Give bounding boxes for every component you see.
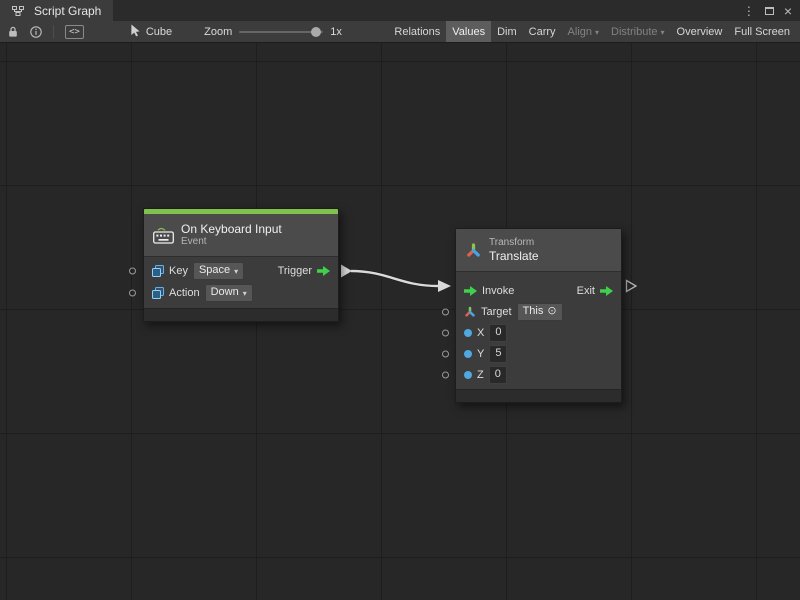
target-row: Target This ⊙ bbox=[456, 301, 621, 322]
value-port-dot bbox=[464, 371, 472, 379]
script-graph-icon bbox=[8, 0, 28, 21]
pointer-icon bbox=[130, 24, 141, 40]
distribute-button[interactable]: Distribute ▾ bbox=[605, 21, 670, 42]
exit-label: Exit bbox=[577, 285, 595, 297]
node-body: Invoke Exit bbox=[456, 272, 621, 389]
overview-button[interactable]: Overview bbox=[671, 21, 729, 42]
node-footer bbox=[144, 308, 338, 321]
key-dropdown[interactable]: Space ▾ bbox=[193, 262, 244, 280]
x-value-field[interactable]: 0 bbox=[489, 324, 507, 342]
value-port-dot bbox=[464, 350, 472, 358]
close-icon[interactable]: × bbox=[784, 4, 792, 18]
zoom-slider[interactable] bbox=[239, 31, 323, 33]
trigger-label: Trigger bbox=[278, 265, 312, 277]
graph-toolbar: <> Cube Zoom 1x Relations Values bbox=[0, 21, 800, 43]
exit-port-triangle bbox=[627, 281, 637, 292]
chevron-down-icon: ▾ bbox=[595, 29, 599, 37]
action-row: Action Down ▾ bbox=[144, 282, 338, 304]
node-titles: On Keyboard Input Event bbox=[181, 222, 282, 248]
wire-start-arrow bbox=[341, 265, 352, 278]
node-body: Key Space ▾ Trigger bbox=[144, 257, 338, 308]
x-input-port[interactable] bbox=[442, 329, 449, 336]
transform-icon bbox=[465, 242, 482, 259]
align-button[interactable]: Align ▾ bbox=[562, 21, 605, 42]
keyboard-event-icon bbox=[153, 227, 174, 244]
graph-target: Cube bbox=[130, 24, 172, 40]
node-header[interactable]: On Keyboard Input Event bbox=[144, 214, 338, 257]
chevron-down-icon: ▾ bbox=[243, 290, 247, 298]
y-label: Y bbox=[477, 348, 484, 360]
node-title: Translate bbox=[489, 249, 539, 263]
zoom-value: 1x bbox=[330, 26, 342, 38]
value-input-icon bbox=[152, 287, 164, 299]
node-category: Transform bbox=[489, 237, 539, 249]
menu-icon[interactable]: ⋮ bbox=[743, 5, 755, 17]
target-label: Target bbox=[481, 306, 512, 318]
z-value-field[interactable]: 0 bbox=[489, 366, 507, 384]
invoke-row: Invoke Exit bbox=[456, 280, 621, 301]
values-button[interactable]: Values bbox=[446, 21, 491, 42]
toolbar-divider bbox=[53, 25, 54, 38]
z-row: Z 0 bbox=[456, 364, 621, 385]
dim-button[interactable]: Dim bbox=[491, 21, 523, 42]
zoom-label: Zoom bbox=[204, 26, 232, 38]
toolbar-buttons: Relations Values Dim Carry Align ▾ Distr… bbox=[388, 21, 796, 42]
chevron-down-icon: ▾ bbox=[661, 29, 665, 37]
tab-script-graph[interactable]: Script Graph bbox=[0, 0, 113, 21]
chevron-down-icon: ▾ bbox=[234, 268, 238, 276]
fullscreen-button[interactable]: Full Screen bbox=[728, 21, 796, 42]
wire-end-arrow bbox=[438, 280, 451, 292]
z-input-port[interactable] bbox=[442, 371, 449, 378]
value-port-dot bbox=[464, 329, 472, 337]
object-picker-icon: ⊙ bbox=[547, 306, 556, 317]
target-object-label: Cube bbox=[146, 26, 172, 38]
exit-flow-port[interactable] bbox=[600, 286, 613, 296]
lock-icon[interactable] bbox=[4, 21, 22, 42]
node-titles: Transform Translate bbox=[489, 237, 539, 263]
invoke-label: Invoke bbox=[482, 285, 514, 297]
key-label: Key bbox=[169, 265, 188, 277]
y-row: Y 5 bbox=[456, 343, 621, 364]
node-title: On Keyboard Input bbox=[181, 222, 282, 236]
invoke-flow-port[interactable] bbox=[464, 286, 477, 296]
z-label: Z bbox=[477, 369, 484, 381]
window-controls: ⋮ × bbox=[743, 0, 800, 21]
maximize-icon[interactable] bbox=[765, 7, 774, 15]
transform-mini-icon bbox=[464, 306, 476, 318]
x-label: X bbox=[477, 327, 484, 339]
node-translate[interactable]: Transform Translate Invoke Exit bbox=[455, 228, 622, 403]
key-input-port[interactable] bbox=[129, 268, 136, 275]
node-subtitle: Event bbox=[181, 236, 282, 248]
titlebar: Script Graph ⋮ × bbox=[0, 0, 800, 21]
relations-button[interactable]: Relations bbox=[388, 21, 446, 42]
y-value-field[interactable]: 5 bbox=[489, 345, 507, 363]
x-row: X 0 bbox=[456, 322, 621, 343]
target-object-field[interactable]: This ⊙ bbox=[517, 303, 563, 321]
value-input-icon bbox=[152, 265, 164, 277]
target-input-port[interactable] bbox=[442, 308, 449, 315]
action-label: Action bbox=[169, 287, 200, 299]
tab-title: Script Graph bbox=[34, 4, 101, 18]
edit-graph-icon[interactable]: <> bbox=[61, 21, 88, 42]
action-input-port[interactable] bbox=[129, 290, 136, 297]
trigger-flow-port[interactable] bbox=[317, 266, 330, 276]
zoom-slider-handle[interactable] bbox=[311, 27, 321, 37]
y-input-port[interactable] bbox=[442, 350, 449, 357]
action-dropdown[interactable]: Down ▾ bbox=[205, 284, 253, 302]
node-footer bbox=[456, 389, 621, 402]
info-icon[interactable] bbox=[26, 21, 46, 42]
node-on-keyboard-input[interactable]: On Keyboard Input Event Key Space bbox=[143, 208, 339, 322]
script-graph-window: Script Graph ⋮ × <> bbox=[0, 0, 800, 600]
connection-wire bbox=[0, 43, 800, 600]
graph-canvas[interactable]: On Keyboard Input Event Key Space bbox=[0, 43, 800, 600]
node-header[interactable]: Transform Translate bbox=[456, 229, 621, 272]
zoom-control: Zoom 1x bbox=[204, 26, 342, 38]
key-row: Key Space ▾ Trigger bbox=[144, 260, 338, 282]
carry-button[interactable]: Carry bbox=[523, 21, 562, 42]
